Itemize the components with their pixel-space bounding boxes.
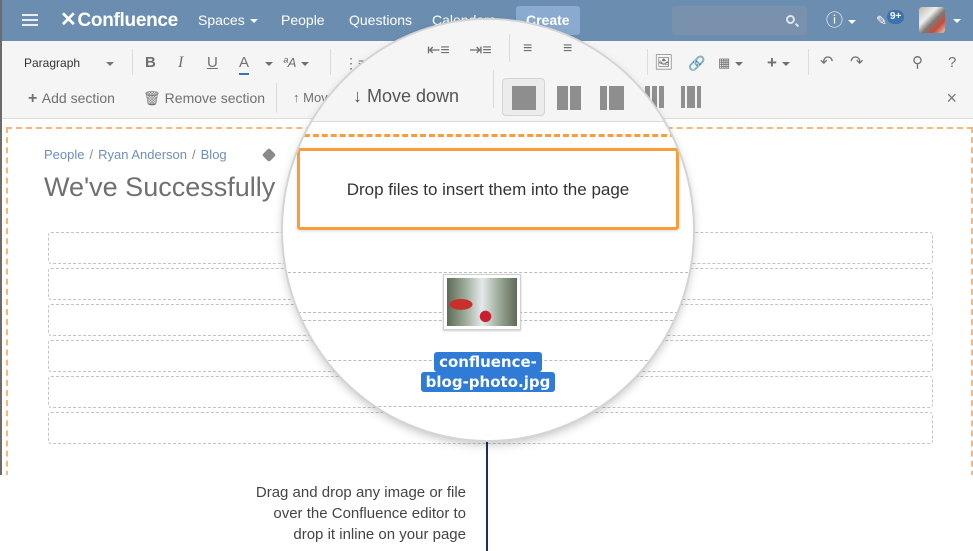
add-section-label: Add section [41,90,115,106]
remove-section-label: Remove section [164,90,266,106]
callout-line-1: Drag and drop any image or file [255,484,466,501]
layout-two-column-button[interactable] [557,86,581,110]
breadcrumb: People / Ryan Anderson / Blog [44,147,227,162]
notification-badge: 9+ [887,10,905,24]
dragged-image-thumbnail[interactable] [443,274,521,330]
notification-icon: ✎ [876,13,887,28]
table-icon: ▦ [718,55,731,70]
breadcrumb-ryan-anderson[interactable]: Ryan Anderson [98,147,187,162]
nav-spaces[interactable]: Spaces [198,0,258,41]
text-color-dropdown[interactable] [260,53,273,73]
text-color-button[interactable]: A [239,55,250,75]
menu-icon[interactable] [22,0,40,41]
toolbar-divider [808,49,809,75]
find-replace-button[interactable]: ⚲ [912,53,923,73]
bold-button[interactable]: B [145,53,156,73]
undo-icon: ↶ [820,54,834,71]
toolbar-divider [493,70,494,108]
plus-icon: + [28,90,42,107]
search-icon [786,15,795,24]
arrow-down-icon: ↓ [353,86,368,106]
chevron-down-icon [249,19,258,24]
remove-section-button[interactable]: 🗑 Remove section [143,87,265,109]
layout-two-column-sidebar-button[interactable] [600,86,624,110]
magnified-toolbar: ⇤≡ ⇥≡ ≡ ≡ ↓ Move down [283,20,693,122]
help-icon: ⓘ [826,11,843,30]
breadcrumb-separator: / [89,147,94,162]
insert-more-button[interactable]: + [767,53,790,73]
callout-caption: Drag and drop any image or file over the… [170,482,466,545]
callout-line-2: over the Confluence editor to [273,505,466,522]
chevron-down-icon [106,61,115,66]
redo-icon: ↷ [850,54,864,71]
file-name-line-1: confluence- [434,352,542,372]
toolbar-divider [276,83,277,113]
paragraph-style-value: Paragraph [24,56,81,70]
chevron-down-icon[interactable] [948,0,961,41]
dragged-file-name: confluence- blog-photo.jpg [283,352,693,392]
confluence-logo[interactable]: ✕Confluence [60,0,178,41]
indent-icon: ⇥≡ [469,42,492,59]
section-border [283,272,693,273]
redo-button[interactable]: ↷ [850,53,863,73]
toolbar-divider [509,34,510,62]
close-icon: × [946,88,957,108]
drop-files-overlay[interactable]: Drop files to insert them into the page [297,148,679,230]
paragraph-style-select[interactable]: Paragraph [24,53,115,73]
user-avatar[interactable] [919,7,945,33]
underline-button[interactable]: U [207,53,218,73]
chevron-down-icon [848,19,856,24]
close-layout-button[interactable]: × [946,87,957,109]
confluence-logo-icon: ✕ [60,9,77,31]
callout-line-3: drop it inline on your page [293,526,466,543]
italic-button[interactable]: I [178,53,183,73]
search-icon: ⚲ [912,54,923,71]
undo-button[interactable]: ↶ [820,53,833,73]
logo-text: Confluence [77,10,178,31]
section-border [283,406,693,407]
toolbar-divider [132,49,133,75]
add-section-button[interactable]: + Add section [28,87,115,109]
single-column-icon [512,86,536,110]
breadcrumb-blog[interactable]: Blog [201,147,227,162]
outdent-icon: ⇤≡ [427,42,450,59]
callout-pointer-line [486,440,488,551]
move-down-label: Move down [367,86,460,106]
move-down-button[interactable]: ↓ Move down [353,86,459,107]
nav-spaces-label: Spaces [198,12,245,28]
file-name-line-2: blog-photo.jpg [420,372,556,392]
drop-zone-top-border [295,134,685,137]
page-title[interactable]: We've Successfully [44,172,275,203]
plus-icon: + [767,53,777,72]
photo-image [447,278,517,326]
chevron-down-icon [265,61,273,66]
help-menu[interactable]: ⓘ [826,0,856,41]
align-left-icon: ≡ [523,40,533,57]
magnifier-lens: ⇤≡ ⇥≡ ≡ ≡ ↓ Move down Drop files to inse… [283,20,693,440]
notifications-button[interactable]: ✎ 9+ [876,0,905,41]
align-center-icon: ≡ [563,40,573,57]
chevron-down-icon [735,61,744,66]
help-button[interactable]: ? [948,53,956,73]
stage: ✕Confluence Spaces People Questions Cale… [0,0,973,551]
breadcrumb-separator: / [192,147,196,162]
chevron-down-icon [781,61,790,66]
trash-icon: 🗑 [143,90,165,106]
insert-table-button[interactable]: ▦ [718,53,744,73]
breadcrumb-people[interactable]: People [44,147,84,162]
